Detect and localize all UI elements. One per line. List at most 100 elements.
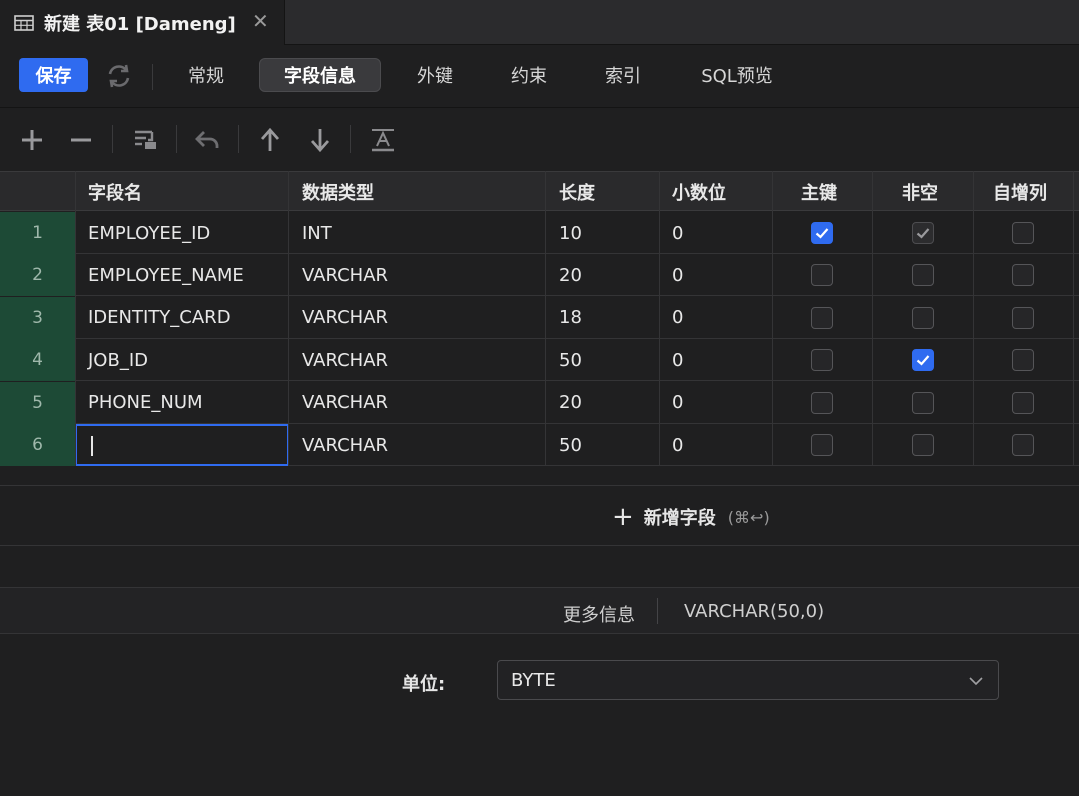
header-scale[interactable]: 小数位 [672, 172, 726, 212]
header-data-type[interactable]: 数据类型 [302, 172, 374, 212]
not-null-checkbox[interactable] [912, 222, 934, 244]
primary-key-checkbox[interactable] [811, 349, 833, 372]
move-up-icon[interactable] [255, 125, 285, 155]
column-divider [75, 171, 76, 466]
length-cell[interactable]: 20 [559, 382, 582, 424]
header-length[interactable]: 长度 [559, 172, 595, 212]
field-name-cell[interactable]: EMPLOYEE_ID [88, 212, 210, 254]
unit-select-value: BYTE [511, 669, 556, 691]
row-number[interactable]: 5 [0, 381, 75, 424]
not-null-checkbox[interactable] [912, 434, 934, 456]
table-row[interactable]: 6 VARCHAR 50 0 [0, 424, 1079, 466]
data-type-cell[interactable]: VARCHAR [302, 424, 388, 466]
tab-foreign-keys[interactable]: 外键 [400, 58, 470, 92]
close-icon[interactable]: ✕ [252, 9, 269, 33]
tab-general[interactable]: 常规 [172, 58, 240, 92]
data-type-cell[interactable]: VARCHAR [302, 254, 388, 296]
unit-label: 单位: [402, 674, 446, 695]
column-divider [659, 171, 660, 466]
tab-fields[interactable]: 字段信息 [259, 58, 381, 92]
unit-select[interactable]: BYTE [497, 660, 999, 700]
table-row[interactable]: 5 PHONE_NUM VARCHAR 20 0 [0, 381, 1079, 424]
column-divider [872, 171, 873, 466]
table-row[interactable]: 1 EMPLOYEE_ID INT 10 0 [0, 212, 1079, 254]
header-primary-key[interactable]: 主键 [801, 172, 837, 212]
add-field-bar: + 新增字段 (⌘↩) [0, 485, 1079, 546]
data-type-cell[interactable]: INT [302, 212, 332, 254]
primary-key-checkbox[interactable] [811, 391, 833, 414]
column-divider [288, 171, 289, 466]
auto-increment-checkbox[interactable] [1012, 306, 1034, 329]
not-null-checkbox[interactable] [912, 264, 934, 287]
scale-cell[interactable]: 0 [672, 254, 683, 296]
row-number[interactable]: 2 [0, 254, 75, 297]
field-name-cell[interactable]: PHONE_NUM [88, 382, 203, 424]
scale-cell[interactable]: 0 [672, 424, 683, 466]
undo-icon[interactable] [192, 125, 222, 155]
not-null-checkbox[interactable] [912, 306, 934, 329]
length-cell[interactable]: 50 [559, 339, 582, 381]
table-row[interactable]: 2 EMPLOYEE_NAME VARCHAR 20 0 [0, 254, 1079, 297]
editor-tab[interactable]: 新建 表01 [Dameng] ✕ [0, 0, 285, 45]
primary-key-checkbox[interactable] [811, 306, 833, 329]
text-caret [91, 436, 93, 456]
length-cell[interactable]: 50 [559, 424, 582, 466]
auto-increment-checkbox[interactable] [1012, 222, 1034, 244]
divider [152, 64, 153, 90]
tab-strip: 新建 表01 [Dameng] ✕ [0, 0, 1079, 45]
divider [657, 598, 658, 624]
more-info-label[interactable]: 更多信息 [563, 601, 635, 627]
plus-icon: + [612, 502, 634, 532]
move-down-icon[interactable] [305, 125, 335, 155]
data-type-cell[interactable]: VARCHAR [302, 297, 388, 339]
text-format-icon[interactable] [368, 125, 398, 155]
table-row[interactable]: 4 JOB_ID VARCHAR 50 0 [0, 339, 1079, 382]
length-cell[interactable]: 18 [559, 297, 582, 339]
table-row[interactable]: 3 IDENTITY_CARD VARCHAR 18 0 [0, 296, 1079, 339]
auto-increment-checkbox[interactable] [1012, 434, 1034, 456]
table-icon [14, 14, 34, 31]
not-null-checkbox[interactable] [912, 391, 934, 414]
selected-type-summary: VARCHAR(50,0) [684, 601, 825, 622]
data-type-cell[interactable]: VARCHAR [302, 382, 388, 424]
field-toolbar [0, 109, 1079, 171]
scale-cell[interactable]: 0 [672, 339, 683, 381]
table-header: 字段名 数据类型 长度 小数位 主键 非空 自增列 [0, 171, 1079, 211]
field-name-cell[interactable]: IDENTITY_CARD [88, 297, 231, 339]
data-type-cell[interactable]: VARCHAR [302, 339, 388, 381]
primary-key-checkbox[interactable] [811, 434, 833, 456]
auto-increment-checkbox[interactable] [1012, 349, 1034, 372]
row-number[interactable]: 6 [0, 424, 75, 466]
column-divider [545, 171, 546, 466]
tab-constraints[interactable]: 约束 [494, 58, 564, 92]
not-null-checkbox[interactable] [912, 349, 934, 372]
row-number[interactable]: 4 [0, 339, 75, 382]
field-name-cell[interactable]: JOB_ID [88, 339, 148, 381]
tab-indexes[interactable]: 索引 [588, 58, 658, 92]
refresh-icon[interactable] [104, 61, 134, 91]
row-number[interactable]: 3 [0, 296, 75, 339]
auto-increment-checkbox[interactable] [1012, 391, 1034, 414]
primary-key-checkbox[interactable] [811, 264, 833, 287]
column-divider [772, 171, 773, 466]
length-cell[interactable]: 10 [559, 212, 582, 254]
save-button[interactable]: 保存 [19, 58, 88, 92]
scale-cell[interactable]: 0 [672, 212, 683, 254]
add-icon[interactable] [17, 125, 47, 155]
auto-increment-checkbox[interactable] [1012, 264, 1034, 287]
insert-row-icon[interactable] [130, 125, 160, 155]
tab-title: 新建 表01 [Dameng] [44, 13, 236, 35]
header-not-null[interactable]: 非空 [902, 172, 938, 212]
remove-icon[interactable] [66, 125, 96, 155]
scale-cell[interactable]: 0 [672, 382, 683, 424]
scale-cell[interactable]: 0 [672, 297, 683, 339]
tab-sql-preview[interactable]: SQL预览 [684, 58, 790, 92]
field-name-cell[interactable]: EMPLOYEE_NAME [88, 254, 244, 296]
field-name-input[interactable] [75, 424, 289, 466]
row-number[interactable]: 1 [0, 212, 75, 254]
header-field-name[interactable]: 字段名 [88, 172, 142, 212]
length-cell[interactable]: 20 [559, 254, 582, 296]
primary-key-checkbox[interactable] [811, 222, 833, 244]
header-auto-increment[interactable]: 自增列 [993, 172, 1047, 212]
add-field-button[interactable]: + 新增字段 (⌘↩) [612, 504, 770, 530]
